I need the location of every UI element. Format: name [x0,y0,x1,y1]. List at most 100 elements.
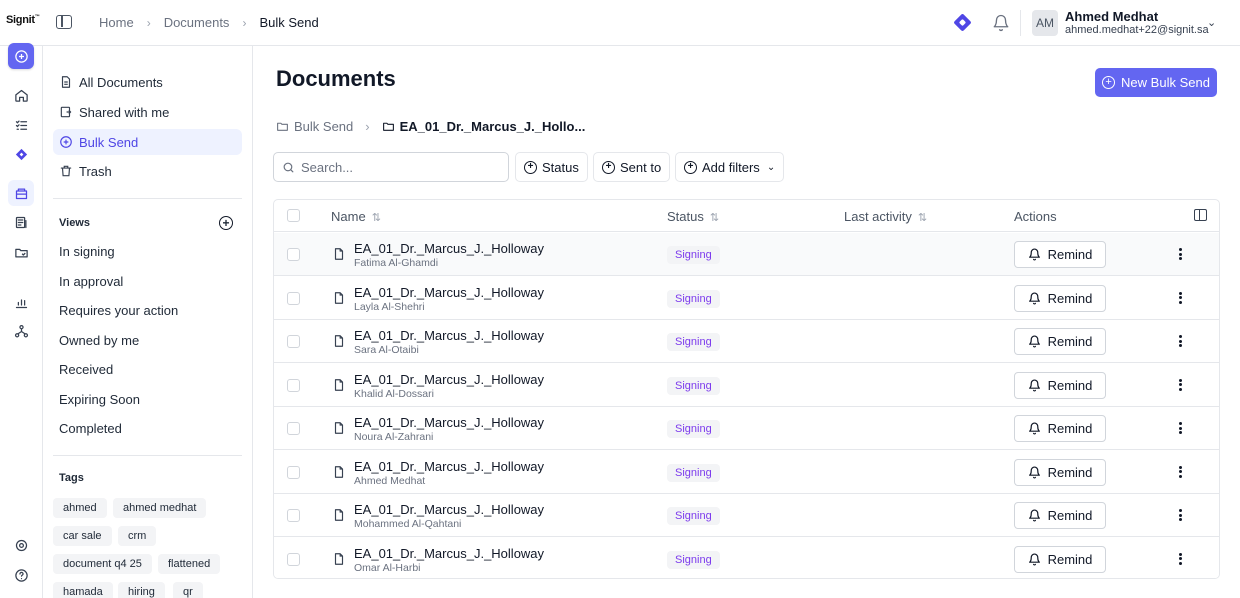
sent-to-filter-button[interactable]: + Sent to [593,152,671,182]
home-icon[interactable] [8,82,34,108]
remind-button[interactable]: Remind [1014,502,1106,529]
tag-chip[interactable]: hiring [118,582,165,598]
workflow-icon[interactable] [8,318,34,344]
column-header-status[interactable]: Status ⇅ [667,209,719,224]
status-badge: Signing [667,333,720,351]
table-row[interactable]: EA_01_Dr._Marcus_J._Holloway Khalid Al-Do… [274,363,1219,407]
tag-chip[interactable]: ahmed [53,498,107,518]
templates-icon[interactable] [8,209,34,235]
document-name[interactable]: EA_01_Dr._Marcus_J._Holloway [354,372,544,387]
document-name[interactable]: EA_01_Dr._Marcus_J._Holloway [354,415,544,430]
table-row[interactable]: EA_01_Dr._Marcus_J._Holloway Fatima Al-Gh… [274,233,1219,276]
view-item[interactable]: In approval [59,274,123,289]
chevron-down-icon[interactable]: ⌄ [1207,16,1216,29]
column-header-last-activity[interactable]: Last activity ⇅ [844,209,927,224]
table-row[interactable]: EA_01_Dr._Marcus_J._Holloway Mohammed Al-… [274,494,1219,537]
remind-button[interactable]: Remind [1014,371,1106,399]
folder-icon [382,122,394,131]
row-checkbox[interactable] [287,248,300,261]
breadcrumb-documents[interactable]: Documents [164,15,230,30]
table-row[interactable]: EA_01_Dr._Marcus_J._Holloway Sara Al-Otai… [274,320,1219,363]
folders-icon[interactable] [8,239,34,265]
columns-toggle-icon[interactable] [1194,209,1207,221]
folder-icon [277,122,288,131]
row-checkbox[interactable] [287,378,300,392]
view-item[interactable]: Requires your action [59,303,178,318]
document-name[interactable]: EA_01_Dr._Marcus_J._Holloway [354,285,544,300]
tag-chip[interactable]: ahmed medhat [113,498,207,518]
folder-crumb-bulk-send[interactable]: Bulk Send [294,119,353,134]
add-circle-icon[interactable] [8,43,34,69]
more-options-icon[interactable] [1177,551,1183,567]
new-bulk-send-button[interactable]: + New Bulk Send [1095,68,1217,97]
document-name[interactable]: EA_01_Dr._Marcus_J._Holloway [354,241,544,256]
more-options-icon[interactable] [1177,246,1183,262]
tag-chip[interactable]: flattened [158,554,221,574]
document-name[interactable]: EA_01_Dr._Marcus_J._Holloway [354,502,544,517]
settings-icon[interactable] [8,532,34,558]
view-item[interactable]: Owned by me [59,333,139,348]
help-icon[interactable] [8,562,34,588]
document-name[interactable]: EA_01_Dr._Marcus_J._Holloway [354,546,544,561]
column-header-name[interactable]: Name ⇅ [331,209,381,224]
select-all-checkbox[interactable] [287,209,300,222]
remind-button[interactable]: Remind [1014,328,1106,355]
view-item[interactable]: Completed [59,421,122,436]
remind-button[interactable]: Remind [1014,284,1106,312]
view-item[interactable]: Received [59,362,113,377]
more-options-icon[interactable] [1177,290,1183,306]
bell-icon[interactable] [992,14,1010,32]
status-filter-button[interactable]: + Status [515,152,588,182]
more-options-icon[interactable] [1177,333,1183,349]
tag-chip[interactable]: hamada [53,582,113,598]
remind-button[interactable]: Remind [1014,241,1106,268]
status-badge: Signing [667,246,720,264]
remind-button[interactable]: Remind [1014,458,1106,486]
sidebar-item-bulk-send[interactable]: Bulk Send [53,129,242,155]
signit-logo[interactable]: Signit™ [6,14,40,26]
tag-chip[interactable]: car sale [53,526,112,546]
sidebar-item-shared-with-me[interactable]: Shared with me [53,99,242,125]
remind-button[interactable]: Remind [1014,545,1106,573]
add-view-icon[interactable]: + [219,216,233,230]
table-row[interactable]: EA_01_Dr._Marcus_J._Holloway Ahmed Medhat… [274,450,1219,494]
table-row[interactable]: EA_01_Dr._Marcus_J._Holloway Layla Al-She… [274,276,1219,320]
analytics-icon[interactable] [8,289,34,315]
diamond-icon[interactable] [8,141,34,167]
tag-chip[interactable]: crm [118,526,157,546]
breadcrumb-home[interactable]: Home [99,15,134,30]
search-box[interactable] [273,152,509,182]
view-item[interactable]: Expiring Soon [59,392,140,407]
user-name[interactable]: Ahmed Medhat [1065,9,1158,24]
row-checkbox[interactable] [287,291,300,305]
avatar[interactable]: AM [1032,10,1058,36]
table-row[interactable]: EA_01_Dr._Marcus_J._Holloway Omar Al-Harb… [274,537,1219,578]
more-options-icon[interactable] [1177,507,1183,523]
diamond-icon[interactable] [953,13,972,32]
tag-chip[interactable]: document q4 25 [53,554,152,574]
row-checkbox[interactable] [287,422,300,435]
tag-chip[interactable]: qr [173,582,203,598]
search-input[interactable] [301,159,491,175]
add-filters-button[interactable]: + Add filters ⌄ [675,152,785,182]
document-name[interactable]: EA_01_Dr._Marcus_J._Holloway [354,459,544,474]
bell-icon [1028,292,1048,305]
more-options-icon[interactable] [1177,377,1183,393]
table-row[interactable]: EA_01_Dr._Marcus_J._Holloway Noura Al-Zah… [274,407,1219,450]
view-item[interactable]: In signing [59,244,115,259]
documents-icon[interactable] [8,180,34,206]
more-options-icon[interactable] [1177,464,1183,480]
document-name[interactable]: EA_01_Dr._Marcus_J._Holloway [354,328,544,343]
top-bar: Signit™ Home › Documents › Bulk Send AM … [0,0,1240,46]
row-checkbox[interactable] [287,335,300,348]
search-icon [283,162,294,172]
more-options-icon[interactable] [1177,420,1183,436]
sidebar-item-trash[interactable]: Trash [53,158,242,184]
row-checkbox[interactable] [287,552,300,566]
sidebar-toggle-icon[interactable] [56,15,72,29]
row-checkbox[interactable] [287,509,300,522]
row-checkbox[interactable] [287,465,300,479]
list-check-icon[interactable] [8,112,34,138]
sidebar-item-all-documents[interactable]: All Documents [53,69,242,95]
remind-button[interactable]: Remind [1014,415,1106,442]
